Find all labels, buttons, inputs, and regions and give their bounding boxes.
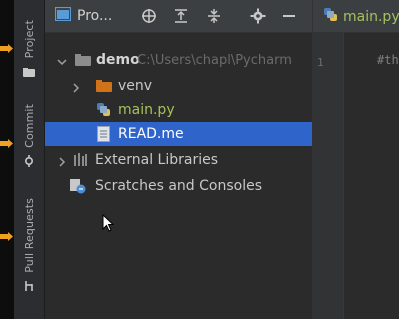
gear-icon[interactable] [250,8,266,24]
folder-icon [96,80,112,96]
commit-tool-tab[interactable]: Commit [14,104,44,171]
minimize-icon[interactable] [281,8,297,24]
external-libraries-label: External Libraries [95,152,218,168]
annotation-arrow-icon [0,139,13,148]
folder-icon [23,62,35,81]
chevron-down-icon[interactable] [57,55,67,66]
mouse-cursor-icon [102,213,115,236]
project-panel-header: Pro... [45,0,312,33]
line-number: 1 [317,56,324,69]
outer-left-margin [0,0,14,319]
library-icon [73,153,89,171]
tree-item-external-libraries[interactable]: External Libraries [45,148,312,172]
folder-icon [75,54,91,70]
collapse-all-icon[interactable] [206,8,222,24]
project-panel-title: Pro... [77,8,113,24]
readme-file-name: READ.me [118,126,184,142]
line-number-gutter [313,32,344,319]
project-tool-tab[interactable]: Project [14,20,44,81]
pull-request-icon [23,277,35,296]
project-view-selector[interactable]: Pro... [54,6,113,25]
python-file-icon [96,102,112,122]
project-view-icon [54,6,72,25]
scratches-label: Scratches and Consoles [95,178,262,194]
annotation-arrow-icon [0,232,13,241]
project-tool-label: Project [22,20,36,59]
scratches-icon [69,178,87,198]
chevron-right-icon[interactable] [57,155,67,167]
pull-requests-tool-label: Pull Requests [22,198,36,273]
expand-all-icon[interactable] [173,8,189,24]
tree-item-demo[interactable]: demo C:\Users\chapl\Pycharm [45,48,312,72]
tree-item-main-py[interactable]: main.py [45,98,312,122]
tree-item-venv[interactable]: venv [45,74,312,98]
annotation-arrow-icon [0,44,13,53]
commit-tool-label: Commit [22,104,36,148]
text-file-icon [97,126,110,146]
editor-tab-bar: main.py [313,0,399,33]
pull-requests-tool-tab[interactable]: Pull Requests [14,198,44,296]
project-panel: Pro... demo C:\Users\chapl\Pycharm venv … [45,0,312,319]
tree-item-scratches[interactable]: Scratches and Consoles [45,174,312,198]
project-root-name: demo [96,52,140,68]
chevron-right-icon[interactable] [71,81,81,93]
commit-icon [23,152,35,171]
editor-tab-main-py[interactable]: main.py [323,7,399,27]
editor-area: main.py 1 #th [312,0,399,319]
python-file-icon [323,7,339,27]
code-line[interactable]: #th [377,53,399,67]
tool-window-strip: Project Commit Pull Requests [14,0,45,319]
locate-target-icon[interactable] [141,8,157,24]
tree-item-readme[interactable]: READ.me [45,122,312,146]
project-root-path: C:\Users\chapl\Pycharm [137,52,292,68]
main-py-file-name: main.py [118,102,175,118]
venv-folder-name: venv [118,78,153,94]
editor-tab-label: main.py [343,9,399,25]
